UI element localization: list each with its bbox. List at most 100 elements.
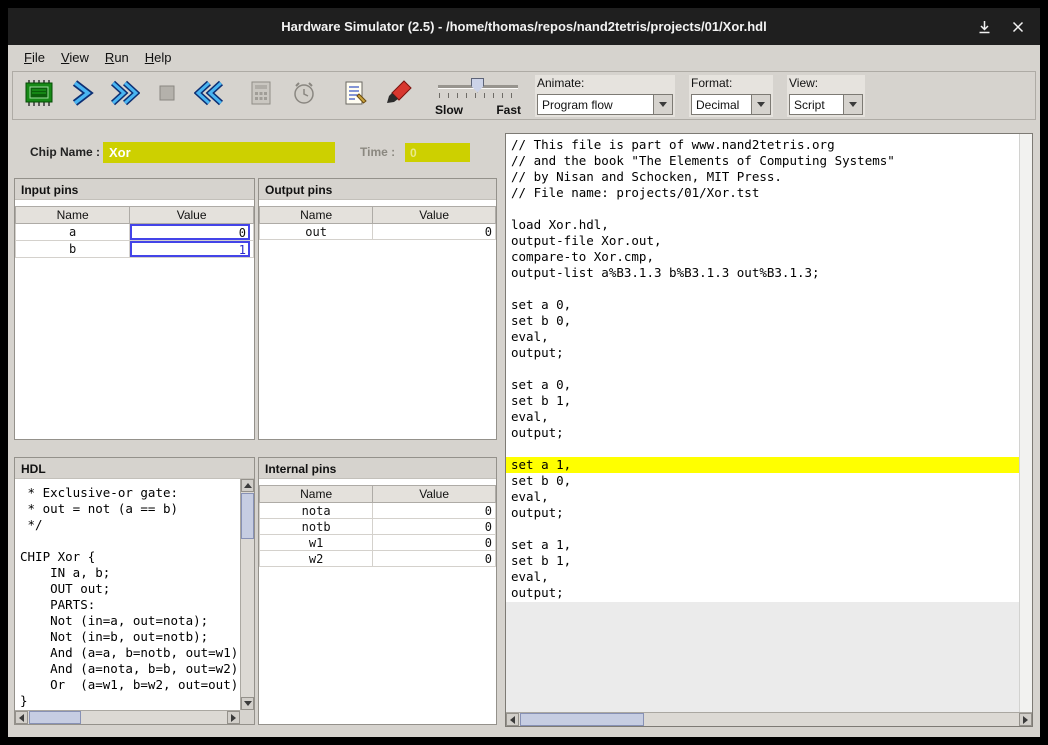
script-line[interactable]: eval, (506, 489, 1019, 505)
app-window: Hardware Simulator (2.5) - /home/thomas/… (8, 8, 1040, 737)
script-line[interactable]: set a 0, (506, 377, 1019, 393)
internal-pins-panel: Internal pins Name Value nota0notb0w10w2… (258, 457, 497, 725)
hdl-line: Not (in=b, out=notb); (20, 629, 240, 645)
script-line[interactable]: output; (506, 425, 1019, 441)
download-icon[interactable] (976, 19, 992, 35)
format-group: Format: Decimal (689, 75, 773, 117)
hdl-horizontal-scrollbar[interactable] (15, 710, 240, 724)
pin-value-input[interactable]: 1 (130, 241, 250, 257)
pin-value: 0 (373, 535, 496, 551)
menu-item-help[interactable]: Help (137, 47, 180, 68)
script-line[interactable]: // and the book "The Elements of Computi… (506, 153, 1019, 169)
script-line[interactable]: eval, (506, 569, 1019, 585)
script-line[interactable]: eval, (506, 329, 1019, 345)
output-pins-title: Output pins (259, 179, 496, 200)
format-dropdown-button[interactable] (751, 95, 770, 114)
triangle-right-icon (231, 714, 236, 722)
format-label: Format: (691, 76, 732, 90)
calculator-button[interactable] (239, 74, 282, 117)
view-select[interactable]: Script (789, 94, 863, 115)
run-button[interactable] (102, 74, 145, 117)
script-line[interactable] (506, 521, 1019, 537)
chevron-down-icon (849, 102, 857, 107)
hdl-vertical-scrollbar[interactable] (240, 479, 254, 710)
scroll-right-button[interactable] (227, 711, 240, 724)
output-pins-table: Name Value out0 (259, 206, 496, 240)
scroll-left-button[interactable] (15, 711, 28, 724)
pin-row-b: b1 (16, 241, 254, 258)
script-view[interactable]: // This file is part of www.nand2tetris.… (506, 134, 1019, 602)
script-line[interactable]: eval, (506, 409, 1019, 425)
slider-slow-label: Slow (435, 103, 463, 117)
internal-pins-title: Internal pins (259, 458, 496, 479)
load-chip-button[interactable] (16, 74, 59, 117)
script-line[interactable] (506, 361, 1019, 377)
vertical-scroll-thumb[interactable] (241, 493, 254, 539)
scroll-right-button[interactable] (1019, 713, 1032, 726)
script-line[interactable]: output; (506, 345, 1019, 361)
hdl-line: IN a, b; (20, 565, 240, 581)
scroll-up-button[interactable] (241, 479, 254, 492)
horizontal-scroll-thumb[interactable] (29, 711, 81, 724)
internal-pins-table: Name Value nota0notb0w10w20 (259, 485, 496, 567)
script-line[interactable]: load Xor.hdl, (506, 217, 1019, 233)
script-line[interactable]: set a 0, (506, 297, 1019, 313)
chip-name-field[interactable]: Xor (103, 142, 335, 163)
pin-value-input[interactable]: 0 (130, 224, 250, 240)
menu-item-file[interactable]: File (16, 47, 53, 68)
chevron-down-icon (659, 102, 667, 107)
animate-group: Animate: Program flow (535, 75, 675, 117)
script-line[interactable]: set b 1, (506, 393, 1019, 409)
view-dropdown-button[interactable] (843, 95, 862, 114)
close-icon[interactable] (1010, 19, 1026, 35)
animate-dropdown-button[interactable] (653, 95, 672, 114)
slider-fast-label: Fast (496, 103, 521, 117)
pin-row-notb: notb0 (260, 519, 496, 535)
reset-button[interactable] (188, 74, 231, 117)
pin-value: 0 (373, 551, 496, 567)
script-line[interactable]: set a 1, (506, 537, 1019, 553)
animate-select[interactable]: Program flow (537, 94, 673, 115)
view-script-button[interactable] (333, 74, 376, 117)
menu-item-view[interactable]: View (53, 47, 97, 68)
single-step-button[interactable] (59, 74, 102, 117)
horizontal-scroll-thumb[interactable] (520, 713, 644, 726)
stop-button[interactable] (145, 74, 188, 117)
script-line[interactable]: // by Nisan and Schocken, MIT Press. (506, 169, 1019, 185)
script-line[interactable] (506, 201, 1019, 217)
script-line-current[interactable]: set a 1, (506, 457, 1019, 473)
pin-value: 0 (373, 519, 496, 535)
script-line[interactable]: output-list a%B3.1.3 b%B3.1.3 out%B3.1.3… (506, 265, 1019, 281)
pin-row-nota: nota0 (260, 503, 496, 519)
chip-icon (22, 79, 54, 112)
hdl-line: } (20, 693, 240, 709)
calculator-icon (246, 79, 276, 112)
menu-item-run[interactable]: Run (97, 47, 137, 68)
hdl-line: And (a=a, b=notb, out=w1); (20, 645, 240, 661)
script-horizontal-scrollbar[interactable] (506, 712, 1032, 726)
script-line[interactable]: set b 1, (506, 553, 1019, 569)
script-line[interactable]: // This file is part of www.nand2tetris.… (506, 137, 1019, 153)
clear-button[interactable] (376, 74, 419, 117)
script-line[interactable]: output; (506, 505, 1019, 521)
script-line[interactable] (506, 441, 1019, 457)
script-line[interactable]: set b 0, (506, 313, 1019, 329)
script-line[interactable]: output; (506, 585, 1019, 601)
script-panel: // This file is part of www.nand2tetris.… (505, 133, 1033, 727)
column-header-value: Value (373, 486, 496, 503)
script-line[interactable] (506, 281, 1019, 297)
stop-icon (153, 79, 181, 112)
script-line[interactable]: compare-to Xor.cmp, (506, 249, 1019, 265)
pin-row-w2: w20 (260, 551, 496, 567)
scroll-down-button[interactable] (241, 697, 254, 710)
scroll-left-button[interactable] (506, 713, 519, 726)
script-line[interactable]: output-file Xor.out, (506, 233, 1019, 249)
speed-slider-thumb[interactable] (471, 78, 484, 93)
hdl-editor[interactable]: * Exclusive-or gate: * out = not (a == b… (15, 479, 240, 710)
script-line[interactable]: // File name: projects/01/Xor.tst (506, 185, 1019, 201)
pin-name: w1 (260, 535, 373, 551)
clock-button[interactable] (282, 74, 325, 117)
script-vertical-scrollbar[interactable] (1019, 134, 1032, 712)
script-line[interactable]: set b 0, (506, 473, 1019, 489)
format-select[interactable]: Decimal (691, 94, 771, 115)
